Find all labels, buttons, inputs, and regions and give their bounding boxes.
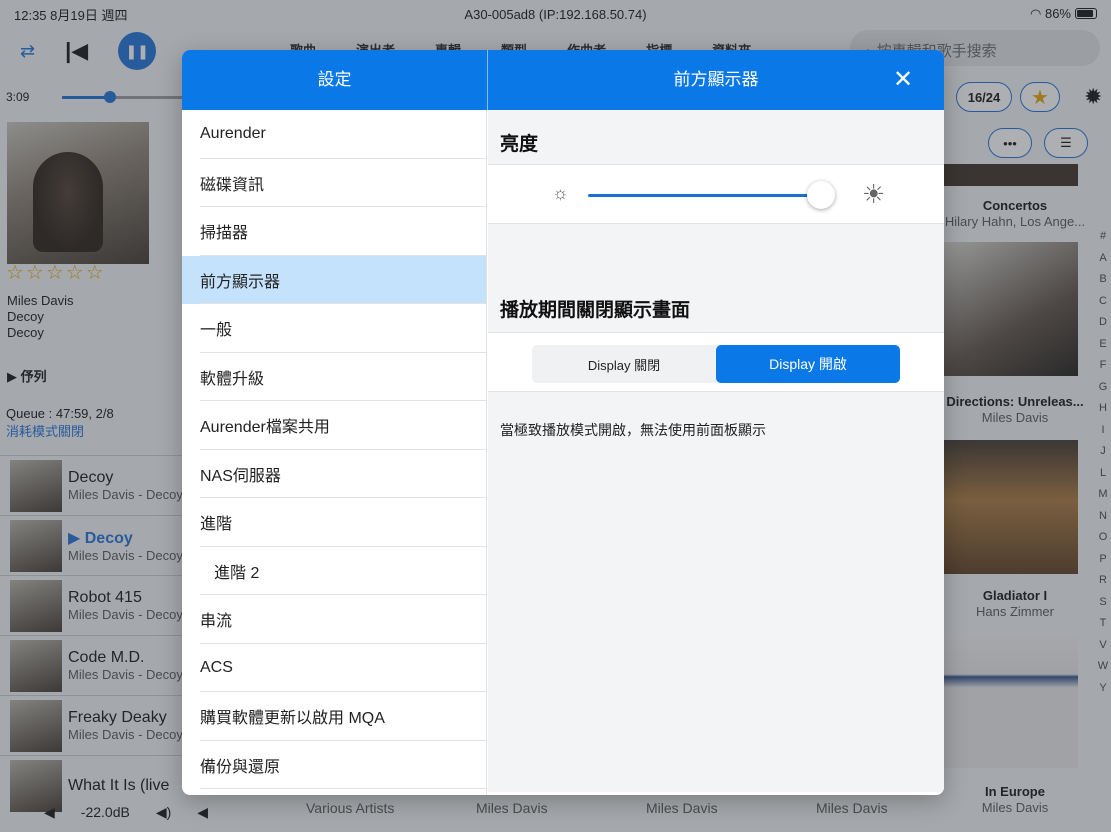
brightness-slider[interactable] (588, 194, 828, 197)
brightness-low-icon: ☼ (552, 183, 569, 203)
settings-menu-item[interactable]: Aurender檔案共用 (182, 401, 486, 450)
display-off-option[interactable]: Display 關閉 (532, 345, 716, 383)
settings-menu-item[interactable]: Aurender (182, 110, 486, 159)
settings-menu-item[interactable]: 進階 (182, 498, 486, 547)
display-segmented-control: Display 關閉 Display 開啟 (532, 345, 900, 383)
settings-menu-item[interactable]: 進階 2 (182, 547, 486, 596)
display-off-heading: 播放期間關閉顯示畫面 (488, 264, 944, 332)
settings-title: 設定 (317, 70, 352, 89)
note-panel: 當極致播放模式開啟，無法使用前面板顯示 (488, 392, 944, 792)
display-on-option[interactable]: Display 開啟 (716, 345, 900, 383)
brightness-high-icon: ☀ (862, 179, 886, 209)
settings-menu-item-selected[interactable]: 前方顯示器 (182, 255, 486, 304)
settings-menu-item[interactable]: 購買軟體更新以啟用 MQA (182, 692, 486, 741)
settings-menu-item[interactable]: 掃描器 (182, 207, 486, 256)
settings-header: 設定 前方顯示器 ✕ (182, 50, 944, 110)
ultimate-mode-note: 當極致播放模式開啟，無法使用前面板顯示 (500, 422, 766, 438)
settings-menu-item[interactable]: 備份與還原 (182, 741, 486, 790)
pane-title: 前方顯示器 (673, 70, 759, 89)
close-icon[interactable]: ✕ (890, 67, 916, 93)
settings-menu-item[interactable]: NAS伺服器 (182, 450, 486, 499)
brightness-row: ☼ ☀ (488, 164, 944, 224)
display-toggle-row: Display 關閉 Display 開啟 (488, 332, 944, 392)
settings-menu-item[interactable]: 一般 (182, 304, 486, 353)
settings-menu-item[interactable]: 軟體升級 (182, 353, 486, 402)
settings-menu: Aurender 磁碟資訊 掃描器 前方顯示器 一般 軟體升級 Aurender… (182, 110, 487, 795)
settings-modal: 設定 前方顯示器 ✕ Aurender 磁碟資訊 掃描器 前方顯示器 一般 軟體… (182, 50, 944, 795)
brightness-slider-knob[interactable] (806, 181, 835, 209)
front-display-pane: 亮度 ☼ ☀ 播放期間關閉顯示畫面 Display 關閉 Display 開啟 … (488, 110, 944, 795)
settings-menu-item[interactable]: 磁碟資訊 (182, 159, 486, 208)
settings-menu-item[interactable]: ACS (182, 644, 486, 693)
brightness-heading: 亮度 (488, 110, 944, 164)
settings-menu-item[interactable]: 串流 (182, 595, 486, 644)
